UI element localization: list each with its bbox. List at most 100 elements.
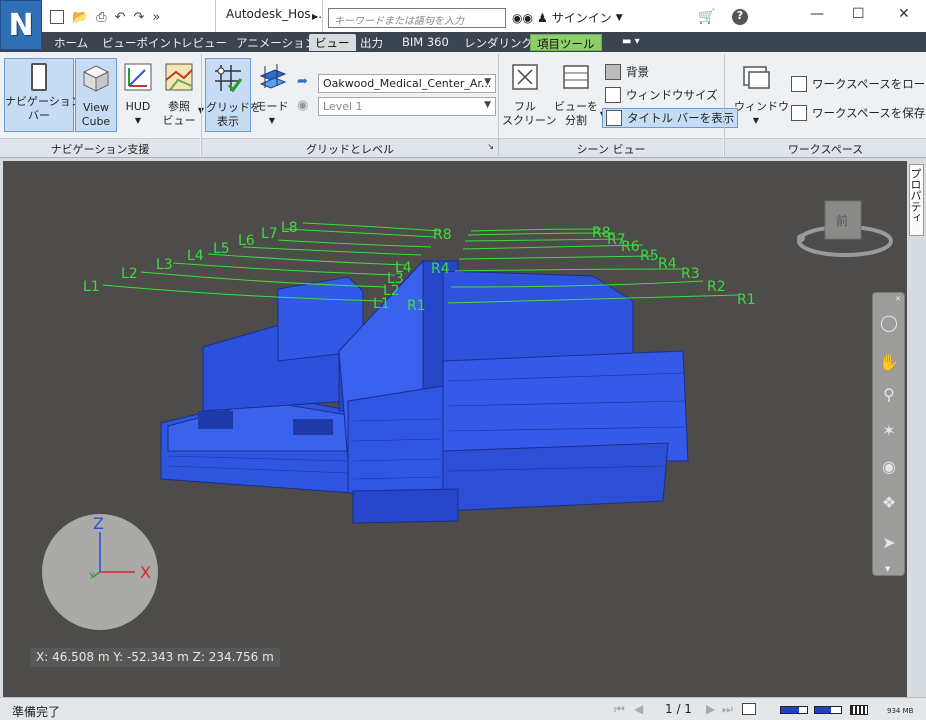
chevron-down-icon: ▼ [134,116,142,125]
sign-in-button[interactable]: ◉◉ ♟ サインイン ▼ [512,9,623,26]
grid-mode-icon [259,64,287,89]
save-workspace-label: ワークスペースを保存 [812,106,926,120]
tab-output[interactable]: 出力 [354,34,389,51]
navbar-close-icon[interactable]: ✕ [895,295,901,303]
select-icon[interactable]: ➤ [879,533,899,553]
save-workspace-icon [791,105,807,121]
tab-review[interactable]: レビュー [175,34,233,51]
properties-tab[interactable]: プロパティ [909,164,924,236]
hud-icon [124,63,152,91]
application-menu-button[interactable]: N [0,0,42,50]
viewcube-home-icon[interactable] [797,234,805,242]
grid-label-r3: R3 [681,266,700,282]
axis-triad: Z X Y [42,514,158,630]
pan-icon[interactable]: ✋ [879,353,899,373]
search-button[interactable]: ▸ [312,9,318,23]
navigation-bar-label: ナビゲーション バー [5,95,82,122]
last-page-icon[interactable]: ⏭ [722,702,733,717]
ribbon-minimize-icon[interactable]: ▬ ▾ [622,36,640,47]
tab-view[interactable]: ビュー [309,34,356,51]
viewcube-face-label: 前 [836,213,848,228]
model-link-icon[interactable]: ➦ [297,74,308,89]
window-size-icon [605,87,621,103]
navigation-bar-button[interactable]: ナビゲーション バー [4,58,82,132]
undo-icon[interactable]: ↶ [115,10,126,25]
ribbon: ナビゲーション バー View Cube HUD ▼ 参照 ビュー ▼ ナビゲー… [0,52,926,158]
new-file-icon[interactable] [50,10,64,24]
reference-view-button[interactable]: 参照 ビュー ▼ [158,58,204,132]
viewcube-button[interactable]: View Cube [75,58,117,132]
model-select[interactable]: Oakwood_Medical_Center_Ar... ▼ [318,74,496,93]
window-size-button[interactable]: ウィンドウサイズ [605,85,718,105]
tab-rendering[interactable]: レンダリング [458,34,539,51]
chevron-down-icon: ▼ [752,116,760,125]
grid-mode-label: モード [255,100,289,113]
title-bar-toggle-label: タイトル バーを表示 [627,111,735,125]
scene-canvas[interactable]: L1 L2 L3 L4 L5 L6 L7 L8 L1 L2 L3 L4 R1 R… [3,161,907,697]
grid-label-l6: L6 [238,233,255,249]
grid-label-l7: L7 [261,226,278,242]
user-icon: ♟ [536,10,548,25]
close-button[interactable]: ✕ [898,6,910,22]
zoom-icon[interactable]: ⚲ [879,385,899,405]
window-button[interactable]: ウィンドウ ▼ [734,58,789,132]
more-icon[interactable]: » [152,10,160,25]
split-view-button[interactable]: ビューを 分割 ▼ [552,58,606,132]
fullscreen-icon [512,64,538,90]
help-label: ? [736,9,744,22]
cart-icon[interactable]: 🛒 [698,9,715,25]
grid-label-l4: L4 [187,248,204,264]
panel-title-navigation-aids: ナビゲーション支援 [0,138,200,157]
grid-label-r8: R8 [592,225,611,241]
binoculars-icon[interactable]: ◉◉ [512,11,533,25]
ribbon-tab-bar: ホーム ビューポイント レビュー アニメーション ビュー 出力 BIM 360 … [0,32,926,52]
first-page-icon[interactable]: ⏮ [614,702,625,717]
walk-icon[interactable]: ❖ [879,493,899,513]
axis-z-label: Z [93,514,104,533]
fullscreen-button[interactable]: フル スクリーン [502,58,557,132]
navbar-expand-icon[interactable]: ▼ [885,565,890,573]
load-workspace-button[interactable]: ワークスペースをロード ▼ [791,74,926,94]
grid-label-l1: L1 [83,279,100,295]
window-size-label: ウィンドウサイズ [626,88,718,102]
open-file-icon[interactable]: 📂 [72,10,88,25]
steering-wheel-icon[interactable]: ◯ [879,313,899,333]
grid-label-r4: R4 [658,256,677,272]
look-around-icon[interactable]: ◉ [879,457,899,477]
show-grid-button[interactable]: グリッドを 表示 [205,58,261,132]
print-icon[interactable]: ⎙ [96,10,106,25]
panel-title-grids-levels: グリッドとレベル ↘ [202,138,498,157]
status-bar: 準備完了 ⏮ ◀ 1 / 1 ▶ ⏭ 934 MB [0,697,926,720]
navigation-bar: ✕ ◯ ✋ ⚲ ✶ ◉ ❖ ➤ ▼ [872,292,905,576]
tab-home[interactable]: ホーム [48,34,94,51]
title-bar-toggle-button[interactable]: タイトル バーを表示 [602,108,739,128]
title-bar-icon [606,110,622,126]
maximize-button[interactable]: ☐ [852,6,865,22]
viewcube[interactable]: 前 [797,200,893,257]
chevron-down-icon: ▼ [484,100,491,110]
redo-icon[interactable]: ↷ [134,10,145,25]
background-icon [605,64,621,80]
help-button[interactable]: ? [732,9,748,25]
memory-icon [850,705,868,715]
scene-viewport[interactable]: L1 L2 L3 L4 L5 L6 L7 L8 L1 L2 L3 L4 R1 R… [3,161,907,697]
fullscreen-label: フル スクリーン [502,100,557,127]
orbit-icon[interactable]: ✶ [879,421,899,441]
search-input[interactable]: キーワードまたは語句を入力 [328,8,506,28]
grid-mode-button[interactable]: モード ▼ [253,58,291,132]
level-select[interactable]: Level 1 ▼ [318,97,496,116]
split-view-icon [563,65,589,89]
background-button[interactable]: 背景 [605,62,649,82]
next-page-icon[interactable]: ▶ [706,702,715,716]
tab-item-tools[interactable]: 項目ツール [530,34,602,51]
document-tab[interactable]: Autodesk_Hos... [215,0,323,32]
prev-page-icon[interactable]: ◀ [634,702,643,716]
window-icon [743,66,770,89]
save-workspace-button[interactable]: ワークスペースを保存 [791,103,925,123]
tab-bim360[interactable]: BIM 360 [396,34,455,51]
hud-button[interactable]: HUD ▼ [117,58,159,132]
grid-label-l5: L5 [213,241,230,257]
panel-launcher-icon[interactable]: ↘ [487,142,494,151]
minimize-button[interactable]: — [810,6,824,22]
sheet-browser-icon[interactable] [742,703,756,715]
